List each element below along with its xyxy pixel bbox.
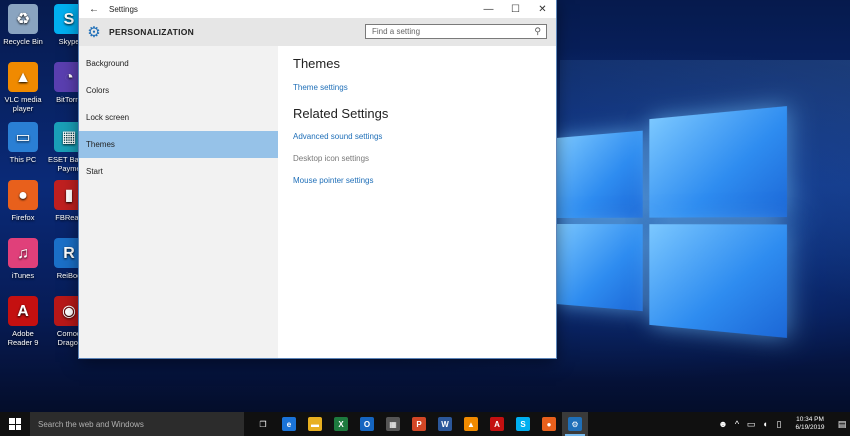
desktop-icon-label: iTunes	[11, 271, 35, 280]
desktop-icon[interactable]: ▲ VLC media player	[0, 62, 46, 113]
maximize-button[interactable]: ☐	[502, 4, 529, 15]
logo-pane	[649, 224, 787, 338]
system-tray: ☻ ^ ▭ ◖ ▯ 10:34 PM 6/19/2019 ▤	[716, 412, 850, 436]
outlook-icon: O	[360, 417, 374, 431]
desktop-icon[interactable]: ● Firefox	[0, 180, 46, 222]
settings-content: Themes Theme settings Related Settings A…	[278, 46, 556, 358]
settings-icon: ⚙	[568, 417, 582, 431]
taskbar-search-input[interactable]: Search the web and Windows	[30, 412, 244, 436]
window-title: Settings	[109, 4, 138, 14]
logo-pane	[556, 224, 643, 312]
clock-time: 10:34 PM	[796, 416, 824, 423]
settings-body: Background Colors Lock screen Themes Start T…	[79, 46, 556, 358]
task-view-icon: ❐	[259, 419, 267, 429]
taskbar-settings-button[interactable]: ⚙	[562, 412, 588, 436]
clock-date: 6/19/2019	[795, 424, 825, 431]
themes-heading: Themes	[293, 56, 340, 71]
desktop-icon-label: Firefox	[11, 213, 35, 222]
taskbar-edge-button[interactable]: e	[276, 412, 302, 436]
acrobat-icon: A	[490, 417, 504, 431]
desktop-icon-label: Adobe Reader 9	[7, 329, 39, 347]
taskbar-firefox-button[interactable]: ●	[536, 412, 562, 436]
desktop-icon-label: This PC	[9, 155, 37, 164]
taskbar-vlc-button[interactable]: ▲	[458, 412, 484, 436]
search-icon[interactable]: ⚲	[534, 26, 541, 37]
taskbar-powerpoint-button[interactable]: P	[406, 412, 432, 436]
volume-icon[interactable]: ◖	[758, 419, 772, 429]
taskbar-calculator-button[interactable]: ▦	[380, 412, 406, 436]
search-placeholder: Find a setting	[372, 27, 421, 36]
gear-icon: ⚙	[87, 24, 101, 41]
clock[interactable]: 10:34 PM 6/19/2019	[786, 416, 834, 432]
notification-icon[interactable]: ▤	[834, 419, 850, 430]
vlc-icon: ▲	[464, 417, 478, 431]
excel-icon: X	[334, 417, 348, 431]
desktop-icon[interactable]: ♫ iTunes	[0, 238, 46, 280]
taskbar-task-view-button[interactable]: ❐	[250, 412, 276, 436]
settings-nav: Background Colors Lock screen Themes Start	[79, 46, 278, 358]
close-button[interactable]: ✕	[529, 4, 556, 15]
nav-item-start[interactable]: Start	[79, 158, 278, 185]
desktop-icon-image: ●	[8, 180, 38, 210]
desktop-icon-settings-link[interactable]: Desktop icon settings	[293, 151, 556, 165]
desktop-icon-image: ♻	[8, 4, 38, 34]
desktop-icon-image: ♫	[8, 238, 38, 268]
file-explorer-icon: ▬	[308, 417, 322, 431]
taskbar-word-button[interactable]: W	[432, 412, 458, 436]
people-icon[interactable]: ☻	[716, 419, 730, 429]
taskbar-apps: ❐ e ▬ X O ▦ P W ▲ A S ● ⚙	[250, 412, 588, 436]
related-settings-heading: Related Settings	[293, 106, 389, 121]
desktop-icon[interactable]: A Adobe Reader 9	[0, 296, 46, 347]
settings-header: ⚙ PERSONALIZATION Find a setting ⚲	[79, 18, 556, 46]
desktop-icon-image: A	[8, 296, 38, 326]
title-bar: ← Settings — ☐ ✕	[79, 0, 556, 18]
skype-icon: S	[516, 417, 530, 431]
taskbar-excel-button[interactable]: X	[328, 412, 354, 436]
chevron-up-icon[interactable]: ^	[730, 419, 744, 429]
start-button[interactable]	[0, 412, 30, 436]
taskbar-acrobat-button[interactable]: A	[484, 412, 510, 436]
taskbar-skype-button[interactable]: S	[510, 412, 536, 436]
logo-pane	[556, 130, 643, 218]
calculator-icon: ▦	[386, 417, 400, 431]
firefox-icon: ●	[542, 417, 556, 431]
windows-icon	[9, 418, 21, 430]
battery-icon[interactable]: ▯	[772, 419, 786, 430]
minimize-button[interactable]: —	[475, 4, 502, 15]
desktop-icon-label: VLC media player	[4, 95, 42, 113]
settings-window: ← Settings — ☐ ✕ ⚙ PERSONALIZATION Find …	[79, 0, 556, 358]
network-icon[interactable]: ▭	[744, 419, 758, 430]
taskbar-file-explorer-button[interactable]: ▬	[302, 412, 328, 436]
page-title: PERSONALIZATION	[109, 27, 195, 37]
desktop-icon-image: ▭	[8, 122, 38, 152]
taskbar-outlook-button[interactable]: O	[354, 412, 380, 436]
desktop-icon[interactable]: ▭ This PC	[0, 122, 46, 164]
powerpoint-icon: P	[412, 417, 426, 431]
logo-pane	[649, 106, 787, 218]
nav-item-themes[interactable]: Themes	[79, 131, 278, 158]
taskbar: Search the web and Windows ❐ e ▬ X O ▦ P W ▲ A S ● ⚙…	[0, 412, 850, 436]
nav-item-lock-screen[interactable]: Lock screen	[79, 104, 278, 131]
desktop-icon-label: Recycle Bin	[3, 37, 43, 46]
back-button[interactable]: ←	[79, 4, 109, 15]
theme-settings-link[interactable]: Theme settings	[293, 80, 556, 94]
mouse-pointer-settings-link[interactable]: Mouse pointer settings	[293, 173, 556, 187]
nav-item-colors[interactable]: Colors	[79, 77, 278, 104]
desktop-icon[interactable]: ♻ Recycle Bin	[0, 4, 46, 46]
nav-item-background[interactable]: Background	[79, 50, 278, 77]
advanced-sound-settings-link[interactable]: Advanced sound settings	[293, 129, 556, 143]
edge-icon: e	[282, 417, 296, 431]
windows-logo	[556, 106, 791, 339]
search-input[interactable]: Find a setting ⚲	[365, 24, 547, 39]
desktop-icon-image: ▲	[8, 62, 38, 92]
word-icon: W	[438, 417, 452, 431]
